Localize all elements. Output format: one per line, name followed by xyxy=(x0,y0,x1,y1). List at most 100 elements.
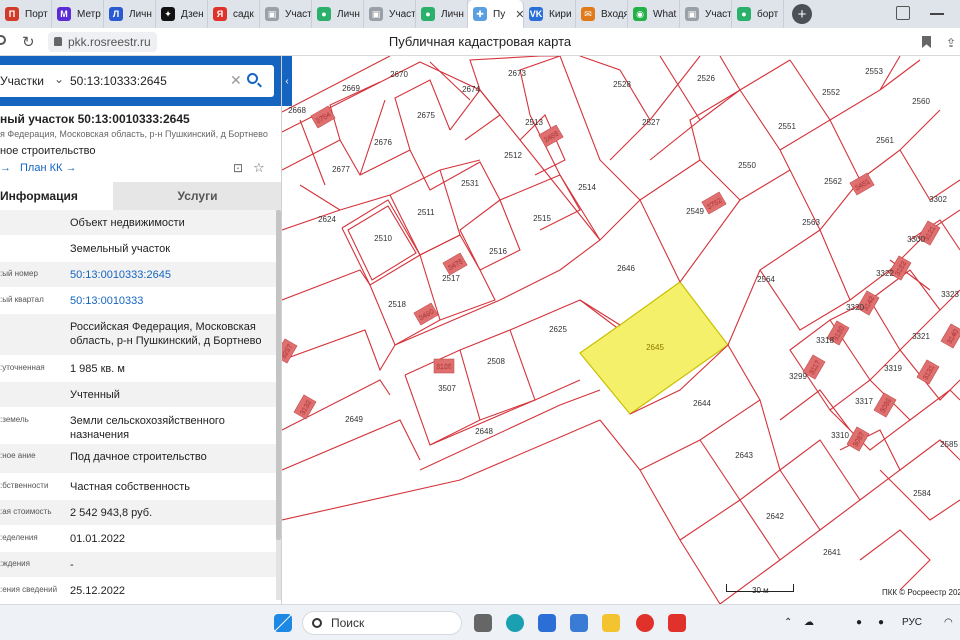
star-icon[interactable]: ☆ xyxy=(253,160,265,176)
parcel-label[interactable]: 2550 xyxy=(738,161,756,170)
zoom-to-icon[interactable]: ⊡ xyxy=(233,161,243,175)
parcel-label[interactable]: 2674 xyxy=(462,85,480,94)
parcel-label[interactable]: 2675 xyxy=(417,111,435,120)
parcel-label[interactable]: 2510 xyxy=(374,234,392,243)
parcel-label[interactable]: 2527 xyxy=(642,118,660,127)
parcel-label[interactable]: 2511 xyxy=(417,208,435,217)
parcel-label[interactable]: 2625 xyxy=(549,325,567,334)
parcel-label[interactable]: 3323 xyxy=(941,290,959,299)
parcel-label[interactable]: 3507 xyxy=(438,384,456,393)
parcel-label[interactable]: 2649 xyxy=(345,415,363,424)
parcel-label[interactable]: 3322 xyxy=(876,269,894,278)
parcel-label[interactable]: 2563 xyxy=(802,218,820,227)
parcel-label[interactable]: 2564 xyxy=(757,275,775,284)
parcel-label[interactable]: 2670 xyxy=(390,70,408,79)
scrollbar-thumb[interactable] xyxy=(276,210,281,540)
parcel-label[interactable]: 2513 xyxy=(525,118,543,127)
parcel-label[interactable]: 2584 xyxy=(913,489,931,498)
parcel-label[interactable]: 2518 xyxy=(388,300,406,309)
share-icon[interactable]: ⇪ xyxy=(946,36,956,50)
yandex-browser-icon[interactable] xyxy=(636,614,654,632)
collapse-panel-button[interactable]: ‹ xyxy=(282,56,292,106)
parcel-label[interactable]: 2514 xyxy=(578,183,596,192)
search-icon[interactable] xyxy=(247,73,258,84)
parcel-label[interactable]: 3310 xyxy=(831,431,849,440)
parcel-label[interactable]: 2585 xyxy=(940,440,958,449)
parcel-label[interactable]: 2624 xyxy=(318,215,336,224)
parcel-label[interactable]: 2516 xyxy=(489,247,507,256)
parcel-label[interactable]: 2526 xyxy=(697,74,715,83)
search-category[interactable]: Участки xyxy=(0,74,44,88)
search-box[interactable]: Участки ⌄ 50:13:10333:2645 ✕ xyxy=(0,65,274,97)
browser-tab[interactable]: ▣ Участ xyxy=(260,0,312,28)
edge-icon[interactable] xyxy=(506,614,524,632)
parcel-label[interactable]: 2561 xyxy=(876,136,894,145)
parcel-label[interactable]: 3317 xyxy=(855,397,873,406)
explorer-icon[interactable] xyxy=(602,614,620,632)
parcel-label[interactable]: 3320 xyxy=(846,303,864,312)
parcel-label[interactable]: 2642 xyxy=(766,512,784,521)
browser-tab[interactable]: ● борт xyxy=(732,0,784,28)
tray-app-icon[interactable]: ● xyxy=(856,617,862,628)
browser-tab[interactable]: ◉ What xyxy=(628,0,680,28)
parcel-label[interactable]: 2551 xyxy=(778,122,796,131)
settings-icon[interactable] xyxy=(570,614,588,632)
browser-tab[interactable]: ✉ Входя xyxy=(576,0,628,28)
cadastral-map[interactable]: 3754 2456 3752 3451 3476 3490 3152 3142 3140 3117… xyxy=(282,56,960,604)
minimize-icon[interactable] xyxy=(930,13,944,15)
parcel-label[interactable]: 2673 xyxy=(508,69,526,78)
parcel-label[interactable]: 2515 xyxy=(533,214,551,223)
clear-icon[interactable]: ✕ xyxy=(230,72,242,89)
parcel-label[interactable]: 2552 xyxy=(822,88,840,97)
task-view-icon[interactable] xyxy=(474,614,492,632)
parcel-label[interactable]: 3319 xyxy=(884,364,902,373)
parcel-label[interactable]: 2508 xyxy=(487,357,505,366)
browser-tab[interactable]: VK Кири xyxy=(524,0,576,28)
parcel-label[interactable]: 2676 xyxy=(374,138,392,147)
close-tab-icon[interactable]: ✕ xyxy=(515,8,523,21)
browser-tab[interactable]: ▣ Участ xyxy=(364,0,416,28)
category-chevron-down-icon[interactable]: ⌄ xyxy=(54,72,64,86)
browser-tab[interactable]: ✚ Пу ✕ xyxy=(468,0,524,28)
info-row-link[interactable]: 50:13:0010333 xyxy=(70,294,270,308)
wifi-icon[interactable]: ◠ xyxy=(944,617,953,628)
parcel-label[interactable]: 2562 xyxy=(824,177,842,186)
parcel-label[interactable]: 2560 xyxy=(912,97,930,106)
language-indicator[interactable]: РУС xyxy=(902,617,922,628)
parcel-label[interactable]: 2646 xyxy=(617,264,635,273)
parcel-label[interactable]: 3321 xyxy=(912,332,930,341)
taskbar-search[interactable]: Поиск xyxy=(302,611,462,635)
parcel-label[interactable]: 2517 xyxy=(442,274,460,283)
browser-tab[interactable]: Л Личн xyxy=(104,0,156,28)
plan-kk-link[interactable]: План КК → xyxy=(20,162,76,174)
tray-mic-icon[interactable]: ● xyxy=(878,617,884,628)
info-link-arrow[interactable]: → xyxy=(0,162,11,174)
tray-chevron-icon[interactable]: ⌃ xyxy=(784,617,792,628)
parcel-label[interactable]: 2643 xyxy=(735,451,753,460)
start-icon[interactable] xyxy=(274,614,292,632)
parcel-label[interactable]: 2512 xyxy=(504,151,522,160)
parcel-label[interactable]: 2528 xyxy=(613,80,631,89)
panel-scrollbar[interactable] xyxy=(276,210,281,600)
photos-icon[interactable] xyxy=(538,614,556,632)
map-canvas[interactable]: 3754245637523451347634903152314231403117… xyxy=(282,56,960,604)
browser-tab[interactable]: ✦ Дзен xyxy=(156,0,208,28)
parcel-label[interactable]: 2648 xyxy=(475,427,493,436)
parcel-label[interactable]: 3318 xyxy=(816,336,834,345)
new-tab-button[interactable]: + xyxy=(792,4,812,24)
parcel-label[interactable]: 3302 xyxy=(929,195,947,204)
browser-tab[interactable]: М Метр xyxy=(52,0,104,28)
parcel-label[interactable]: 2644 xyxy=(693,399,711,408)
parcel-label[interactable]: 2669 xyxy=(342,84,360,93)
info-row-link[interactable]: 50:13:0010333:2645 xyxy=(70,268,270,282)
parcel-label[interactable]: 2668 xyxy=(288,106,306,115)
parcel-label[interactable]: 3299 xyxy=(789,372,807,381)
parcel-label[interactable]: 2531 xyxy=(461,179,479,188)
parcel-label[interactable]: 2553 xyxy=(865,67,883,76)
browser-tab[interactable]: ● Личн xyxy=(416,0,468,28)
weather-icon[interactable]: ☁ xyxy=(804,617,814,628)
parcel-label[interactable]: 3300 xyxy=(907,235,925,244)
browser-tab[interactable]: П Порт xyxy=(0,0,52,28)
parcel-label[interactable]: 2549 xyxy=(686,207,704,216)
parcel-label[interactable]: 2677 xyxy=(332,165,350,174)
